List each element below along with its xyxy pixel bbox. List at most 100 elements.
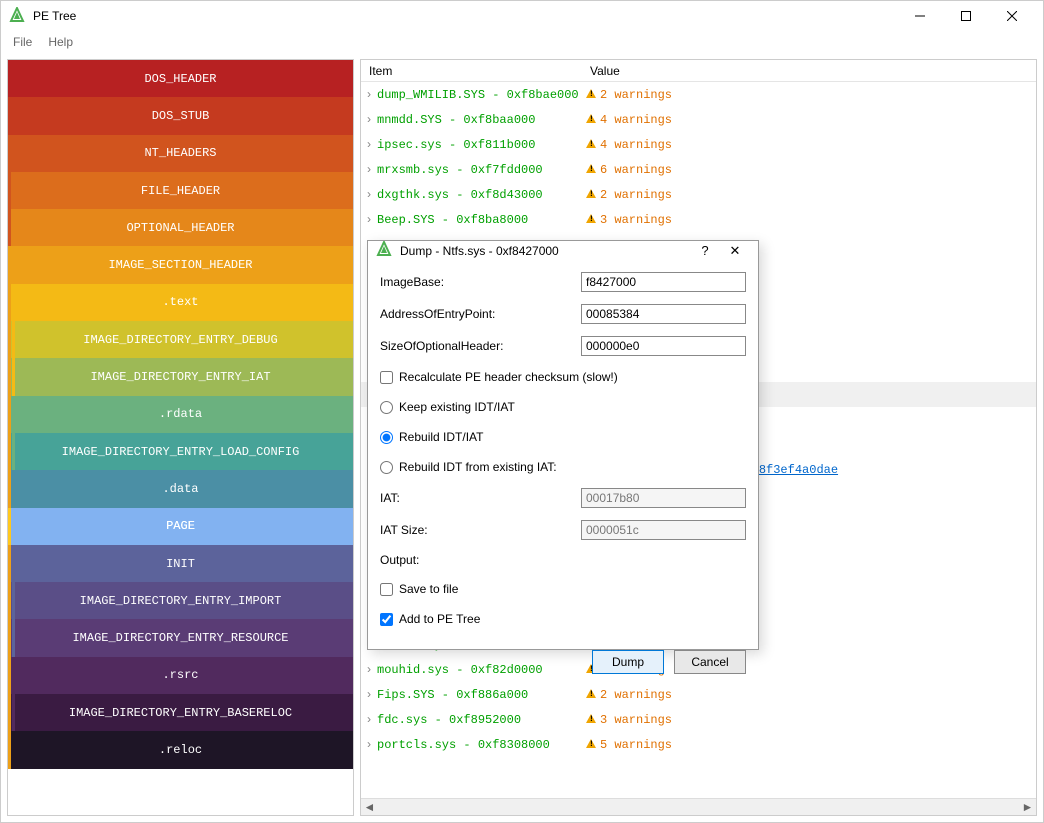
sidebar-item[interactable]: .data	[8, 470, 353, 507]
tree-row[interactable]: ›Beep.SYS - 0xf8ba80003 warnings	[361, 207, 1036, 232]
warning-icon	[582, 88, 600, 102]
scroll-left-icon[interactable]: ◄	[361, 800, 378, 814]
addtree-label: Add to PE Tree	[399, 612, 480, 626]
close-button[interactable]	[989, 1, 1035, 31]
dialog-close-button[interactable]: ✕	[720, 243, 750, 259]
sidebar-item[interactable]: FILE_HEADER	[8, 172, 353, 209]
sidebar-item-label: INIT	[166, 557, 195, 571]
chevron-right-icon[interactable]: ›	[361, 163, 377, 177]
warning-icon	[582, 738, 600, 752]
warning-icon	[582, 713, 600, 727]
menubar: File Help	[1, 31, 1043, 53]
scroll-right-icon[interactable]: ►	[1019, 800, 1036, 814]
sidebar-item-label: FILE_HEADER	[141, 184, 220, 198]
sidebar-item[interactable]: IMAGE_DIRECTORY_ENTRY_IAT	[8, 358, 353, 395]
warning-text: 4 warnings	[600, 113, 672, 127]
soh-input[interactable]	[581, 336, 746, 356]
rebuildfrom-radio[interactable]	[380, 461, 393, 474]
sidebar-item-label: DOS_HEADER	[144, 72, 216, 86]
addtree-checkbox[interactable]	[380, 613, 393, 626]
sidebar-item-label: IMAGE_DIRECTORY_ENTRY_BASERELOC	[69, 706, 292, 720]
sidebar-item[interactable]: PAGE	[8, 508, 353, 545]
sidebar-item-label: IMAGE_DIRECTORY_ENTRY_IMPORT	[80, 594, 282, 608]
menu-help[interactable]: Help	[42, 33, 79, 51]
sidebar-item-label: IMAGE_DIRECTORY_ENTRY_LOAD_CONFIG	[62, 445, 300, 459]
sidebar-item[interactable]: IMAGE_SECTION_HEADER	[8, 246, 353, 283]
chevron-right-icon[interactable]: ›	[361, 738, 377, 752]
sidebar-item[interactable]: .rdata	[8, 396, 353, 433]
sidebar-item-label: IMAGE_SECTION_HEADER	[108, 258, 252, 272]
warning-text: 6 warnings	[600, 163, 672, 177]
menu-file[interactable]: File	[7, 33, 38, 51]
tree-row[interactable]: ›ipsec.sys - 0xf811b0004 warnings	[361, 132, 1036, 157]
imagebase-label: ImageBase:	[380, 275, 581, 289]
sidebar-item-label: IMAGE_DIRECTORY_ENTRY_IAT	[90, 370, 270, 384]
sidebar-item[interactable]: DOS_HEADER	[8, 60, 353, 97]
imagebase-input[interactable]	[581, 272, 746, 292]
warning-text: 4 warnings	[600, 138, 672, 152]
sidebar-item-label: .rsrc	[162, 668, 198, 682]
tree-row[interactable]: ›dxgthk.sys - 0xf8d430002 warnings	[361, 182, 1036, 207]
sidebar-item[interactable]: .rsrc	[8, 657, 353, 694]
dialog-app-icon	[376, 241, 392, 260]
minimize-button[interactable]	[897, 1, 943, 31]
column-headers: Item Value	[361, 60, 1036, 82]
rebuild-label: Rebuild IDT/IAT	[399, 430, 483, 444]
maximize-button[interactable]	[943, 1, 989, 31]
horizontal-scrollbar[interactable]: ◄ ►	[361, 798, 1036, 815]
dialog-body: ImageBase: AddressOfEntryPoint: SizeOfOp…	[368, 260, 758, 640]
sidebar-item[interactable]: IMAGE_DIRECTORY_ENTRY_RESOURCE	[8, 619, 353, 656]
dialog-buttons: Dump Cancel	[368, 640, 758, 684]
sidebar-item[interactable]: IMAGE_DIRECTORY_ENTRY_BASERELOC	[8, 694, 353, 731]
sidebar-item[interactable]: IMAGE_DIRECTORY_ENTRY_LOAD_CONFIG	[8, 433, 353, 470]
sidebar-item[interactable]: OPTIONAL_HEADER	[8, 209, 353, 246]
sidebar-item[interactable]: DOS_STUB	[8, 97, 353, 134]
sidebar-item-label: IMAGE_DIRECTORY_ENTRY_RESOURCE	[72, 631, 288, 645]
dialog-titlebar: Dump - Ntfs.sys - 0xf8427000 ? ✕	[368, 241, 758, 260]
row-name: fdc.sys - 0xf8952000	[377, 713, 582, 727]
cancel-button[interactable]: Cancel	[674, 650, 746, 674]
recalc-label: Recalculate PE header checksum (slow!)	[399, 370, 618, 384]
soh-label: SizeOfOptionalHeader:	[380, 339, 581, 353]
tree-row[interactable]: ›fdc.sys - 0xf89520003 warnings	[361, 707, 1036, 732]
sidebar-item[interactable]: IMAGE_DIRECTORY_ENTRY_DEBUG	[8, 321, 353, 358]
keep-radio[interactable]	[380, 401, 393, 414]
col-item[interactable]: Item	[361, 64, 586, 78]
chevron-right-icon[interactable]: ›	[361, 88, 377, 102]
recalc-checkbox[interactable]	[380, 371, 393, 384]
aoep-input[interactable]	[581, 304, 746, 324]
sidebar-item[interactable]: NT_HEADERS	[8, 135, 353, 172]
chevron-right-icon[interactable]: ›	[361, 213, 377, 227]
chevron-right-icon[interactable]: ›	[361, 138, 377, 152]
dialog-help-button[interactable]: ?	[690, 243, 720, 258]
rebuildfrom-label: Rebuild IDT from existing IAT:	[399, 460, 557, 474]
warning-text: 5 warnings	[600, 738, 672, 752]
chevron-right-icon[interactable]: ›	[361, 688, 377, 702]
col-value[interactable]: Value	[586, 64, 1036, 78]
tree-row[interactable]: ›mrxsmb.sys - 0xf7fdd0006 warnings	[361, 157, 1036, 182]
tree-row[interactable]: ›dump_WMILIB.SYS - 0xf8bae0002 warnings	[361, 82, 1036, 107]
warning-text: 2 warnings	[600, 188, 672, 202]
tree-row[interactable]: ›mnmdd.SYS - 0xf8baa0004 warnings	[361, 107, 1036, 132]
savefile-checkbox[interactable]	[380, 583, 393, 596]
sidebar-item[interactable]: INIT	[8, 545, 353, 582]
chevron-right-icon[interactable]: ›	[361, 713, 377, 727]
app-icon	[9, 7, 25, 26]
chevron-right-icon[interactable]: ›	[361, 188, 377, 202]
warning-icon	[582, 213, 600, 227]
sidebar-item[interactable]: .text	[8, 284, 353, 321]
dump-button[interactable]: Dump	[592, 650, 664, 674]
dialog-title: Dump - Ntfs.sys - 0xf8427000	[400, 244, 690, 258]
tree-row[interactable]: ›Fips.SYS - 0xf886a0002 warnings	[361, 682, 1036, 707]
sidebar-item[interactable]: IMAGE_DIRECTORY_ENTRY_IMPORT	[8, 582, 353, 619]
row-name: Beep.SYS - 0xf8ba8000	[377, 213, 582, 227]
tree-row[interactable]: ›portcls.sys - 0xf83080005 warnings	[361, 732, 1036, 757]
sidebar-item-label: OPTIONAL_HEADER	[126, 221, 234, 235]
sidebar-item-label: .data	[162, 482, 198, 496]
sidebar-item[interactable]: .reloc	[8, 731, 353, 768]
chevron-right-icon[interactable]: ›	[361, 113, 377, 127]
sidebar[interactable]: DOS_HEADER DOS_STUB NT_HEADERS FILE_HEADER O…	[7, 59, 354, 816]
iatsize-label: IAT Size:	[380, 523, 581, 537]
rebuild-radio[interactable]	[380, 431, 393, 444]
sidebar-item-label: DOS_STUB	[152, 109, 210, 123]
